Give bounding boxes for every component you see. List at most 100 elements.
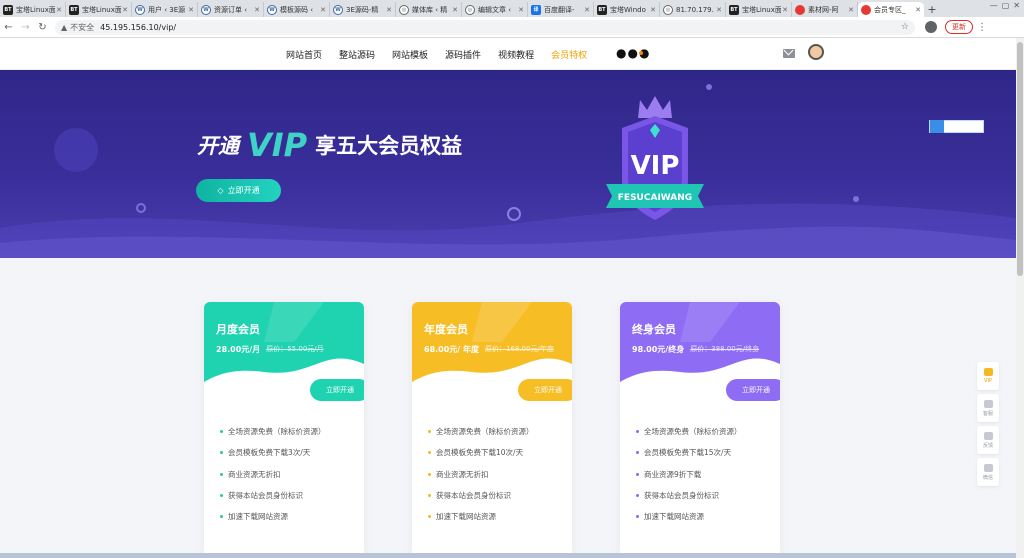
tab-title: 81.70.179. — [676, 5, 714, 14]
vip-shield-badge: VIP FESUCAIWANG — [606, 96, 704, 220]
baota-favicon-icon: BT — [597, 4, 607, 15]
banner-open-vip-button[interactable]: ◇ 立即开通 — [196, 179, 281, 202]
side-wechat-button[interactable]: 微信 — [977, 458, 999, 486]
new-tab-icon[interactable]: + — [924, 2, 940, 17]
page-scrollbar[interactable] — [1016, 38, 1024, 558]
url-input[interactable]: ▲ 不安全 45.195.156.10/vip/ ☆ — [55, 19, 915, 35]
close-tab-icon[interactable]: ✕ — [915, 6, 921, 14]
plan-name: 月度会员 — [216, 323, 260, 336]
tab-title: 用户 ‹ 3E源 — [148, 5, 186, 14]
plan-open-button[interactable]: 立即开通 — [310, 379, 364, 401]
scrollbar-thumb[interactable] — [1017, 42, 1023, 276]
nav-item-source[interactable]: 整站源码 — [339, 48, 375, 61]
plan-price: 28.00元/月 — [216, 345, 261, 354]
nav-item-videos[interactable]: 视频教程 — [498, 48, 534, 61]
browser-tab[interactable]: BT 宝塔Linux面 ✕ — [726, 2, 792, 17]
floating-side-toolbar: VIP 客服 反馈 微信 — [977, 362, 999, 490]
tab-title: 百度翻译- — [544, 5, 575, 14]
banner-wave-decoration — [0, 203, 1016, 258]
close-tab-icon[interactable]: ✕ — [650, 6, 656, 14]
more-menu-icon[interactable]: ●●● — [616, 47, 650, 59]
maximize-icon[interactable]: ▢ — [1002, 1, 1010, 10]
plan-feature: 商业资源无折扣 — [220, 464, 326, 485]
plan-card-yearly: 年度会员 68.00元/ 年度 原价：168.00元/年度 立即开通 全场资源免… — [412, 302, 572, 558]
plan-card-monthly: 月度会员 28.00元/月 原价：55.00元/月 立即开通 全场资源免费（除标… — [204, 302, 364, 558]
close-tab-icon[interactable]: ✕ — [56, 6, 62, 14]
address-bar: ← → ↻ ▲ 不安全 45.195.156.10/vip/ ☆ 更新 ⋮ — [0, 17, 1024, 38]
browser-tab[interactable]: BT 宝塔Linux面 ✕ — [66, 2, 132, 17]
plan-price-row: 68.00元/ 年度 原价：168.00元/年度 — [424, 344, 554, 355]
plan-feature: 会员模板免费下载15次/天 — [636, 442, 742, 463]
nav-item-plugins[interactable]: 源码插件 — [445, 48, 481, 61]
browser-tab[interactable]: ◎ 媒体库 ‹ 精 ✕ — [396, 2, 462, 17]
baota-favicon-icon: BT — [729, 4, 739, 15]
close-tab-icon[interactable]: ✕ — [452, 6, 458, 14]
browser-tab[interactable]: ◎ 81.70.179. ✕ — [660, 2, 726, 17]
nav-item-home[interactable]: 网站首页 — [286, 48, 322, 61]
plan-feature: 全场资源免费（除标价资源） — [220, 421, 326, 442]
browser-tab[interactable]: ◎ 编辑文章 ‹ ✕ — [462, 2, 528, 17]
close-tab-icon[interactable]: ✕ — [584, 6, 590, 14]
side-vip-button[interactable]: VIP — [977, 362, 999, 390]
browser-tab[interactable]: W 3E源码-精 ✕ — [330, 2, 396, 17]
close-tab-icon[interactable]: ✕ — [122, 6, 128, 14]
avatar[interactable] — [808, 44, 824, 60]
customer-service-icon — [983, 399, 993, 408]
nav-item-templates[interactable]: 网站模板 — [392, 48, 428, 61]
menu-kebab-icon[interactable]: ⋮ — [977, 22, 987, 33]
close-tab-icon[interactable]: ✕ — [188, 6, 194, 14]
wechat-icon — [983, 463, 993, 472]
plan-price: 98.00元/终身 — [632, 345, 685, 354]
reload-icon[interactable]: ↻ — [34, 22, 51, 33]
side-feedback-button[interactable]: 反馈 — [977, 426, 999, 454]
plan-feature: 加速下载网站资源 — [428, 506, 534, 527]
tab-title: 3E源码-精 — [346, 5, 379, 14]
minimize-icon[interactable]: — — [990, 1, 998, 10]
close-window-icon[interactable]: ✕ — [1013, 1, 1020, 10]
close-tab-icon[interactable]: ✕ — [320, 6, 326, 14]
plan-open-button[interactable]: 立即开通 — [518, 379, 572, 401]
forward-icon[interactable]: → — [17, 22, 34, 33]
side-label: 反馈 — [982, 442, 993, 449]
plan-feature-list: 全场资源免费（除标价资源） 会员模板免费下载10次/天 商业资源无折扣 获得本站… — [428, 421, 534, 527]
crown-icon — [638, 96, 672, 118]
browser-tab[interactable]: 译百度翻译- ✕ — [528, 2, 594, 17]
close-tab-icon[interactable]: ✕ — [782, 6, 788, 14]
plan-open-button[interactable]: 立即开通 — [726, 379, 780, 401]
banner-open-label: 立即开通 — [227, 186, 260, 195]
browser-tab[interactable]: W 用户 ‹ 3E源 ✕ — [132, 2, 198, 17]
browser-tab-active[interactable]: 会员专区_ ✕ — [858, 2, 924, 17]
close-tab-icon[interactable]: ✕ — [254, 6, 260, 14]
update-button[interactable]: 更新 — [945, 20, 973, 34]
close-tab-icon[interactable]: ✕ — [848, 6, 854, 14]
back-icon[interactable]: ← — [0, 22, 17, 33]
mail-icon[interactable] — [783, 49, 795, 58]
close-tab-icon[interactable]: ✕ — [518, 6, 524, 14]
nav-item-vip[interactable]: 会员特权 — [551, 48, 587, 61]
plan-feature: 商业资源9折下载 — [636, 464, 742, 485]
browser-tab[interactable]: BT 宝塔Windo ✕ — [594, 2, 660, 17]
site-header: 网站首页 整站源码 网站模板 源码插件 视频教程 会员特权 ●●● — [0, 38, 1016, 70]
plan-original-price: 原价：168.00元/年度 — [485, 345, 554, 353]
headline-vip: VIP — [247, 126, 308, 164]
side-service-button[interactable]: 客服 — [977, 394, 999, 422]
close-tab-icon[interactable]: ✕ — [716, 6, 722, 14]
cloud-widget-button[interactable] — [929, 120, 984, 133]
globe-favicon-icon: ◎ — [465, 4, 475, 15]
plan-card-lifetime: 终身会员 98.00元/终身 原价：388.00元/终身 立即开通 全场资源免费… — [620, 302, 780, 558]
browser-tab[interactable]: BT 宝塔Linux面 ✕ — [0, 2, 66, 17]
profile-icon[interactable] — [925, 21, 937, 33]
close-tab-icon[interactable]: ✕ — [386, 6, 392, 14]
browser-tab[interactable]: 素材网-阿 ✕ — [792, 2, 858, 17]
plan-feature: 全场资源免费（除标价资源） — [636, 421, 742, 442]
plan-feature: 全场资源免费（除标价资源） — [428, 421, 534, 442]
tab-title: 宝塔Linux面 — [742, 5, 782, 14]
plan-feature-list: 全场资源免费（除标价资源） 会员模板免费下载3次/天 商业资源无折扣 获得本站会… — [220, 421, 326, 527]
bookmark-star-icon[interactable]: ☆ — [901, 22, 909, 32]
wordpress-favicon-icon: W — [267, 4, 277, 15]
vip-banner: 开通 VIP 享五大会员权益 ◇ 立即开通 VIP FESUCAIWANG — [0, 70, 1016, 258]
browser-tab[interactable]: W 资源订单 ‹ ✕ — [198, 2, 264, 17]
plan-price: 68.00元/ 年度 — [424, 345, 480, 354]
browser-tab[interactable]: W 模板源码 ‹ ✕ — [264, 2, 330, 17]
bubble-decoration — [507, 207, 521, 221]
